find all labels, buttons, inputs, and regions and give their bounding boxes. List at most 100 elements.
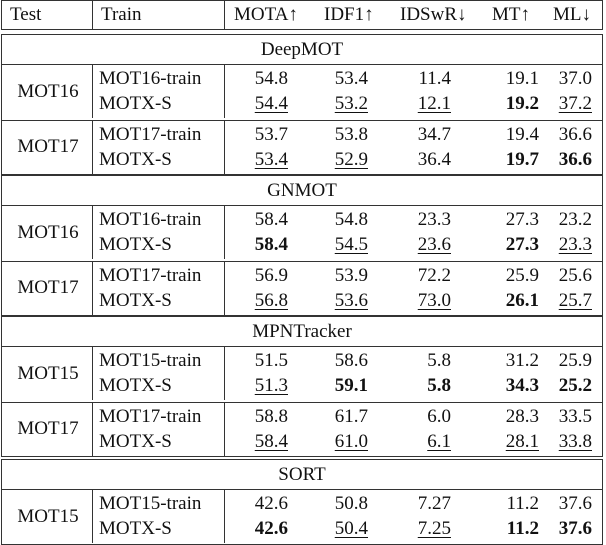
header-idf1: IDF1↑ [324, 4, 374, 25]
header-row: Test Train MOTA↑ IDF1↑ IDSwR↓ MT↑ ML↓ [2, 1, 602, 29]
column-divider [224, 1, 225, 29]
value-idswr: 6.1 [427, 430, 451, 452]
value-idf1: 53.4 [334, 68, 368, 89]
value-idf1: 54.8 [334, 209, 368, 230]
header-test: Test [10, 4, 42, 25]
value-mt: 31.2 [505, 350, 539, 371]
value-idswr: 5.8 [427, 350, 451, 371]
value-mota: 58.4 [254, 430, 288, 452]
value-idf1: 53.8 [334, 123, 368, 145]
value-idswr: 7.27 [417, 493, 451, 514]
value-idswr: 12.1 [417, 93, 451, 114]
value-idswr: 72.2 [417, 264, 451, 286]
value-ml: 33.8 [558, 430, 592, 452]
value-mt: 28.1 [505, 430, 539, 452]
row-group: MOT15 MOT15-train 42.6 50.8 7.27 11.2 37.6 MOTX… [2, 490, 602, 543]
value-idswr: 34.7 [417, 123, 451, 145]
value-mt: 11.2 [506, 518, 539, 539]
section-title: GNMOT [2, 176, 602, 206]
value-mt: 19.7 [505, 148, 539, 170]
value-ml: 37.6 [558, 493, 592, 514]
value-mota: 54.8 [254, 68, 288, 89]
train-dataset: MOTX-S [99, 234, 172, 255]
table-row: MOTX-S 53.4 52.9 36.4 19.7 36.6 [2, 147, 602, 173]
value-idswr: 73.0 [417, 289, 451, 311]
header-mt: MT↑ [492, 4, 530, 25]
train-dataset: MOT17-train [99, 123, 202, 145]
value-idswr: 6.0 [427, 405, 451, 427]
value-idswr: 5.8 [427, 375, 451, 396]
value-idf1: 58.6 [334, 350, 368, 371]
table-row: MOTX-S 56.8 53.6 73.0 26.1 25.7 [2, 288, 602, 314]
train-dataset: MOTX-S [99, 430, 172, 452]
section-title: MPNTracker [2, 317, 602, 347]
value-idswr: 23.6 [417, 234, 451, 255]
value-ml: 25.2 [558, 375, 592, 396]
table-row: MOTX-S 54.4 53.2 12.1 19.2 37.2 [2, 91, 602, 117]
row-group: MOT16 MOT16-train 58.4 54.8 23.3 27.3 23.2 MOTX… [2, 206, 602, 259]
value-ml: 37.6 [558, 518, 592, 539]
value-mt: 19.4 [505, 123, 539, 145]
value-mota: 51.5 [254, 350, 288, 371]
value-mota: 51.3 [254, 375, 288, 396]
value-mota: 53.7 [254, 123, 288, 145]
value-mt: 27.3 [505, 209, 539, 230]
table-row: MOT16-train 54.8 53.4 11.4 19.1 37.0 [2, 66, 602, 92]
train-dataset: MOT17-train [99, 405, 202, 427]
train-dataset: MOTX-S [99, 375, 172, 396]
table-row: MOT17-train 58.8 61.7 6.0 28.3 33.5 [2, 404, 602, 430]
value-ml: 25.7 [558, 289, 592, 311]
table-row: MOTX-S 58.4 61.0 6.1 28.1 33.8 [2, 429, 602, 455]
value-mt: 19.2 [505, 93, 539, 114]
value-idf1: 50.8 [334, 493, 368, 514]
section-deepmot: DeepMOT MOT16 MOT16-train 54.8 53.4 11.4 19.1 3… [1, 34, 603, 175]
column-divider [92, 1, 93, 29]
value-mt: 34.3 [505, 375, 539, 396]
value-mota: 53.4 [254, 148, 288, 170]
value-idf1: 53.2 [334, 93, 368, 114]
train-dataset: MOT15-train [99, 493, 202, 514]
value-idswr: 36.4 [417, 148, 451, 170]
value-ml: 33.5 [558, 405, 592, 427]
value-mota: 56.8 [254, 289, 288, 311]
value-ml: 23.2 [558, 209, 592, 230]
value-ml: 25.6 [558, 264, 592, 286]
train-dataset: MOTX-S [99, 93, 172, 114]
value-ml: 37.2 [558, 93, 592, 114]
value-idf1: 53.9 [334, 264, 368, 286]
value-idf1: 61.0 [334, 430, 368, 452]
value-ml: 25.9 [558, 350, 592, 371]
value-ml: 23.3 [558, 234, 592, 255]
table-row: MOT15-train 51.5 58.6 5.8 31.2 25.9 [2, 348, 602, 374]
header-idswr: IDSwR↓ [400, 4, 467, 25]
value-mt: 25.9 [505, 264, 539, 286]
train-dataset: MOTX-S [99, 289, 172, 311]
value-mt: 27.3 [505, 234, 539, 255]
train-dataset: MOTX-S [99, 518, 172, 539]
header-train: Train [101, 4, 142, 25]
value-ml: 37.0 [558, 68, 592, 89]
value-idf1: 54.5 [334, 234, 368, 255]
value-mota: 58.8 [254, 405, 288, 427]
value-mt: 28.3 [505, 405, 539, 427]
value-idf1: 53.6 [334, 289, 368, 311]
table-row: MOTX-S 42.6 50.4 7.25 11.2 37.6 [2, 516, 602, 542]
value-ml: 36.6 [558, 123, 592, 145]
row-group: MOT16 MOT16-train 54.8 53.4 11.4 19.1 37.0 MOTX… [2, 65, 602, 118]
value-idswr: 11.4 [418, 68, 451, 89]
value-idf1: 50.4 [334, 518, 368, 539]
section-gnmot: GNMOT MOT16 MOT16-train 58.4 54.8 23.3 27.3 23.… [1, 175, 603, 316]
train-dataset: MOT16-train [99, 68, 202, 89]
row-group: MOT17 MOT17-train 58.8 61.7 6.0 28.3 33.5 MOTX-… [2, 401, 602, 456]
table-row: MOTX-S 58.4 54.5 23.6 27.3 23.3 [2, 232, 602, 258]
value-idf1: 59.1 [334, 375, 368, 396]
table-row: MOT17-train 53.7 53.8 34.7 19.4 36.6 [2, 122, 602, 148]
table-row: MOT17-train 56.9 53.9 72.2 25.9 25.6 [2, 263, 602, 289]
train-dataset: MOT17-train [99, 264, 202, 286]
header-mota: MOTA↑ [234, 4, 298, 25]
table-row: MOT16-train 58.4 54.8 23.3 27.3 23.2 [2, 207, 602, 233]
value-ml: 36.6 [558, 148, 592, 170]
row-group: MOT17 MOT17-train 53.7 53.8 34.7 19.4 36.6 MOTX… [2, 119, 602, 174]
section-title: DeepMOT [2, 35, 602, 65]
value-idswr: 7.25 [417, 518, 451, 539]
